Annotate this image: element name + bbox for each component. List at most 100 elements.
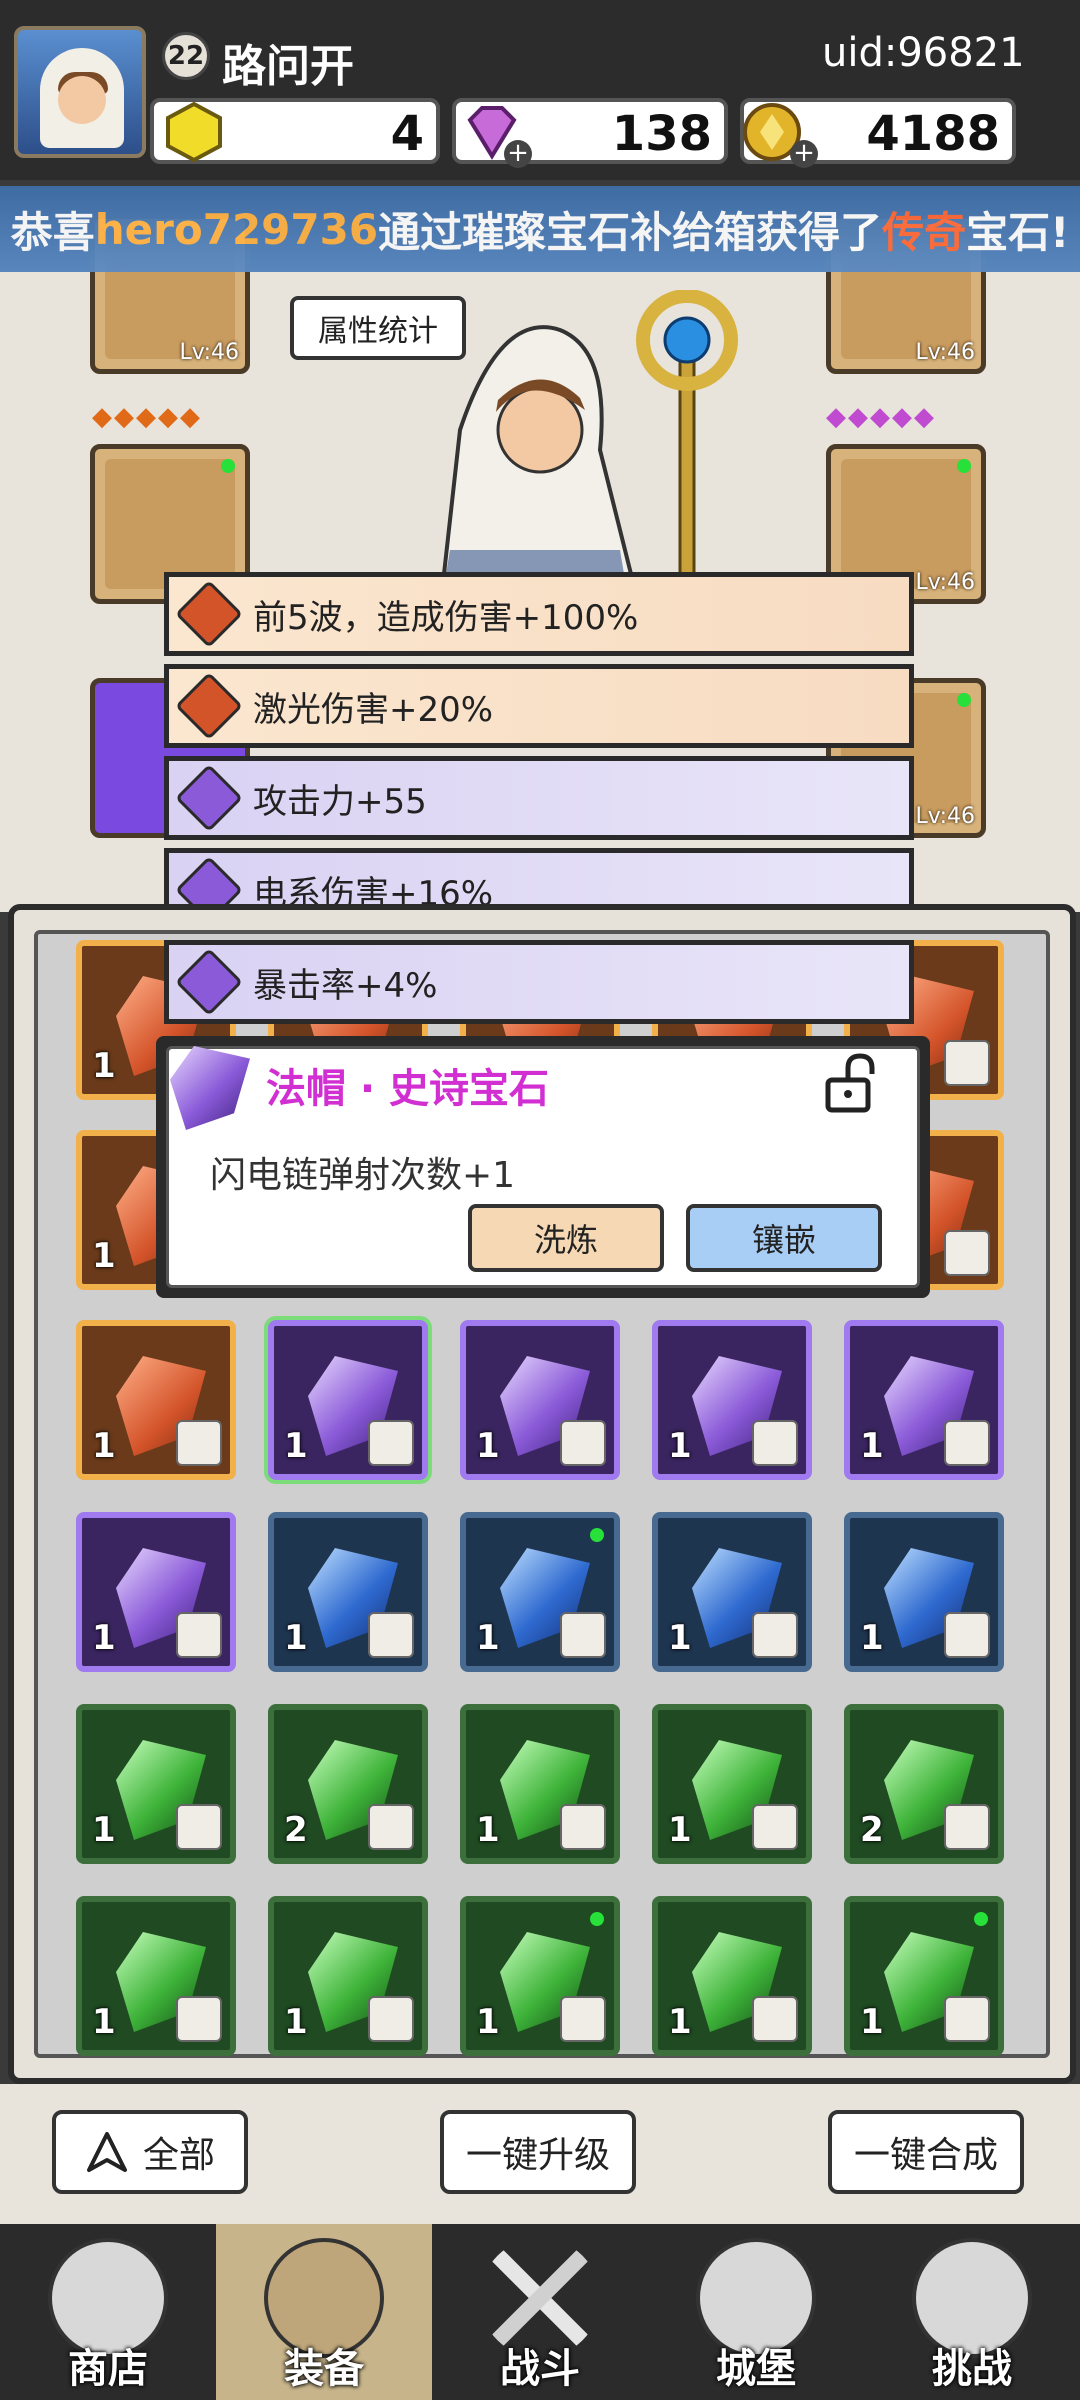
stat-row: 前5波，造成伤害+100% bbox=[164, 572, 914, 656]
equip-type-icon bbox=[560, 1996, 606, 2042]
nav-shop[interactable]: 商店 bbox=[0, 2224, 216, 2400]
equip-type-icon bbox=[176, 1420, 222, 1466]
equip-type-icon bbox=[368, 1612, 414, 1658]
gem-count: 1 bbox=[668, 1810, 692, 1850]
gem-count: 1 bbox=[860, 2002, 884, 2042]
gem-cell[interactable]: 1 bbox=[460, 1320, 620, 1480]
gem-cell[interactable]: 1 bbox=[460, 1512, 620, 1672]
filter-all-button[interactable]: 全部 bbox=[52, 2110, 248, 2194]
equip-type-icon bbox=[944, 1420, 990, 1466]
broadcast-banner: 恭喜 hero729736 通过璀璨宝石补给箱获得了 传奇 宝石! bbox=[0, 186, 1080, 272]
add-diamond-icon[interactable]: + bbox=[504, 140, 532, 168]
gem-count: 2 bbox=[284, 1810, 308, 1850]
gem-count: 1 bbox=[476, 1810, 500, 1850]
inlay-button[interactable]: 镶嵌 bbox=[686, 1204, 882, 1272]
legendary-gem-icon bbox=[175, 672, 243, 740]
epic-gem-icon bbox=[175, 948, 243, 1016]
equip-type-icon bbox=[944, 1040, 990, 1086]
gem-cell[interactable]: 1 bbox=[652, 1512, 812, 1672]
gem-cell[interactable]: 1 bbox=[268, 1896, 428, 2056]
boots-rarity-diamonds: ◆◆◆◆◆ bbox=[826, 402, 936, 432]
gem-count: 1 bbox=[92, 1426, 116, 1466]
gem-count: 1 bbox=[284, 1618, 308, 1658]
gem-cell[interactable]: 1 bbox=[268, 1512, 428, 1672]
nav-challenge[interactable]: 挑战 bbox=[864, 2224, 1080, 2400]
equip-type-icon bbox=[368, 1996, 414, 2042]
equip-type-icon bbox=[368, 1420, 414, 1466]
equip-type-icon bbox=[176, 1996, 222, 2042]
gem-cell[interactable]: 1 bbox=[76, 1320, 236, 1480]
nav-castle[interactable]: 城堡 bbox=[648, 2224, 864, 2400]
equip-type-icon bbox=[560, 1804, 606, 1850]
level-badge: 22 bbox=[162, 32, 210, 80]
legendary-gem-icon bbox=[175, 580, 243, 648]
add-coin-icon[interactable]: + bbox=[790, 140, 818, 168]
new-indicator-dot bbox=[590, 1912, 604, 1926]
gem-count: 1 bbox=[92, 1810, 116, 1850]
refine-button[interactable]: 洗炼 bbox=[468, 1204, 664, 1272]
triangle-up-icon bbox=[86, 2132, 127, 2172]
gem-cell[interactable]: 1 bbox=[652, 1320, 812, 1480]
player-name: 路问开 bbox=[222, 41, 354, 92]
equip-type-icon bbox=[752, 1804, 798, 1850]
helmet-rarity-diamonds: ◆◆◆◆◆ bbox=[92, 402, 202, 432]
popup-description: 闪电链弹射次数+1 bbox=[210, 1155, 516, 1196]
gem-count: 1 bbox=[284, 1426, 308, 1466]
gem-count: 1 bbox=[284, 2002, 308, 2042]
upgrade-all-button[interactable]: 一键升级 bbox=[440, 2110, 636, 2194]
equip-type-icon bbox=[752, 1420, 798, 1466]
gem-cell[interactable]: 1 bbox=[76, 1896, 236, 2056]
gem-count: 1 bbox=[92, 2002, 116, 2042]
coin-value: 4188 bbox=[866, 106, 1000, 162]
unlock-icon[interactable] bbox=[822, 1052, 882, 1114]
gem-cell[interactable]: 1 bbox=[460, 1896, 620, 2056]
popup-title: 法帽 · 史诗宝石 bbox=[266, 1066, 550, 1112]
equip-type-icon bbox=[176, 1804, 222, 1850]
equip-type-icon bbox=[560, 1420, 606, 1466]
player-uid: uid:96821 bbox=[822, 30, 1025, 76]
equip-type-icon bbox=[944, 1230, 990, 1276]
stat-row: 攻击力+55 bbox=[164, 756, 914, 840]
equip-type-icon bbox=[752, 1996, 798, 2042]
gem-count: 1 bbox=[476, 1618, 500, 1658]
gem-count: 2 bbox=[860, 1810, 884, 1850]
equip-type-icon bbox=[752, 1612, 798, 1658]
gem-cell[interactable]: 2 bbox=[844, 1704, 1004, 1864]
gem-count: 1 bbox=[668, 1426, 692, 1466]
player-avatar[interactable] bbox=[14, 26, 146, 158]
new-indicator-dot bbox=[590, 1528, 604, 1542]
nav-battle[interactable]: 战斗 bbox=[432, 2224, 648, 2400]
stat-row: 激光伤害+20% bbox=[164, 664, 914, 748]
gem-count: 1 bbox=[860, 1618, 884, 1658]
equip-type-icon bbox=[944, 1804, 990, 1850]
gem-count: 1 bbox=[476, 2002, 500, 2042]
gem-count: 1 bbox=[92, 1618, 116, 1658]
merge-all-button[interactable]: 一键合成 bbox=[828, 2110, 1024, 2194]
gold-gem-value: 4 bbox=[390, 106, 424, 162]
gem-cell[interactable]: 1 bbox=[76, 1704, 236, 1864]
gem-count: 1 bbox=[92, 1236, 116, 1276]
stat-row: 暴击率+4% bbox=[164, 940, 914, 1024]
equip-type-icon bbox=[944, 1996, 990, 2042]
gem-cell[interactable]: 2 bbox=[268, 1704, 428, 1864]
gem-cell[interactable]: 1 bbox=[652, 1896, 812, 2056]
equip-type-icon bbox=[368, 1804, 414, 1850]
gold-gem-icon bbox=[166, 101, 222, 163]
gem-count: 1 bbox=[668, 2002, 692, 2042]
diamond-value: 138 bbox=[611, 106, 712, 162]
gem-count: 1 bbox=[92, 1046, 116, 1086]
gem-cell[interactable]: 1 bbox=[460, 1704, 620, 1864]
gem-cell[interactable]: 1 bbox=[268, 1320, 428, 1480]
gem-cell[interactable]: 1 bbox=[76, 1512, 236, 1672]
gem-count: 1 bbox=[476, 1426, 500, 1466]
gem-count: 1 bbox=[860, 1426, 884, 1466]
equip-type-icon bbox=[944, 1612, 990, 1658]
equip-type-icon bbox=[560, 1612, 606, 1658]
nav-equipment[interactable]: 装备 bbox=[216, 2224, 432, 2400]
gem-cell[interactable]: 1 bbox=[844, 1512, 1004, 1672]
gem-cell[interactable]: 1 bbox=[844, 1320, 1004, 1480]
epic-gem-icon bbox=[175, 764, 243, 832]
hero-character bbox=[437, 290, 738, 610]
gem-cell[interactable]: 1 bbox=[844, 1896, 1004, 2056]
gem-cell[interactable]: 1 bbox=[652, 1704, 812, 1864]
